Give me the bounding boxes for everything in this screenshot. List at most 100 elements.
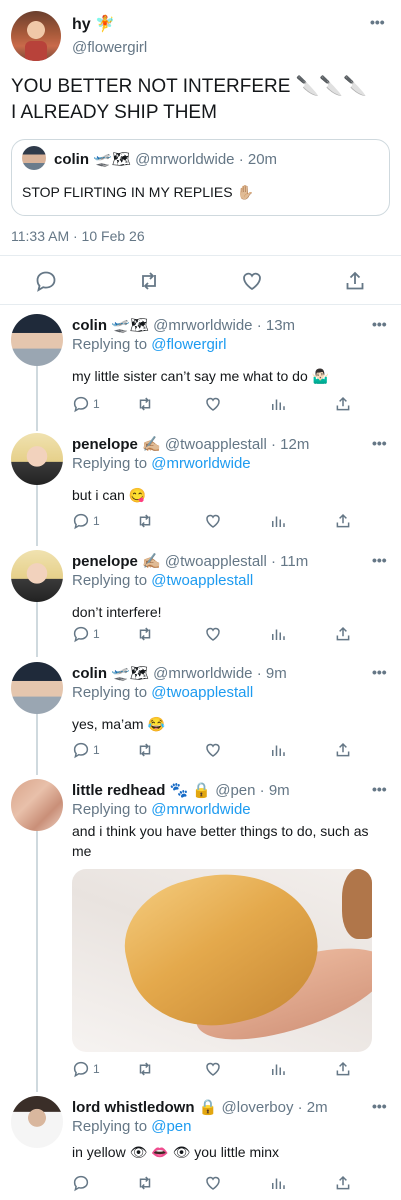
author-handle[interactable]: @mrworldwide (153, 317, 252, 334)
author-name[interactable]: penelope (72, 553, 138, 570)
author-handle[interactable]: @loverboy (222, 1099, 294, 1116)
replying-to: Replying to @mrworldwide (72, 801, 251, 818)
more-icon[interactable]: ••• (372, 664, 387, 680)
tweet-action-bar: 1 (72, 1059, 362, 1079)
like-icon[interactable] (204, 1173, 222, 1193)
more-icon[interactable]: ••• (372, 552, 387, 568)
replying-to: Replying to @pen (72, 1118, 191, 1135)
reply-tweet[interactable]: colin 🛫🗺 @mrworldwide · 9m ••• Replying … (0, 658, 401, 774)
analytics-icon[interactable] (269, 740, 287, 760)
analytics-icon[interactable] (269, 1173, 287, 1193)
author-handle[interactable]: @pen (215, 782, 255, 799)
like-icon[interactable] (240, 269, 264, 293)
photo-detail (342, 869, 372, 939)
replying-to-handle[interactable]: @mrworldwide (151, 455, 250, 472)
retweet-icon[interactable] (137, 269, 161, 293)
reply-header: penelope ✍🏼 @twoapplestall · 11m (72, 552, 308, 570)
avatar[interactable] (11, 662, 63, 714)
analytics-icon[interactable] (269, 511, 287, 531)
quoted-tweet-text: STOP FLIRTING IN MY REPLIES ✋🏼 (22, 184, 254, 200)
like-icon[interactable] (204, 511, 222, 531)
tweet-time: · 2m (297, 1099, 328, 1116)
quoted-tweet[interactable]: colin 🛫🗺 @mrworldwide · 20m STOP FLIRTIN… (11, 139, 390, 216)
reply-tweet[interactable]: colin 🛫🗺 @mrworldwide · 13m ••• Replying… (0, 310, 401, 428)
author-name[interactable]: lord whistledown (72, 1099, 195, 1116)
reply-button[interactable]: 1 (72, 624, 100, 644)
analytics-icon[interactable] (269, 1059, 287, 1079)
share-icon[interactable] (343, 269, 367, 293)
replying-to-handle[interactable]: @mrworldwide (151, 801, 250, 818)
retweet-icon[interactable] (136, 1173, 154, 1193)
tweet-action-bar: 1 (72, 511, 362, 531)
like-icon[interactable] (204, 624, 222, 644)
avatar[interactable] (11, 1096, 63, 1148)
replying-to-handle[interactable]: @pen (151, 1118, 191, 1135)
like-icon[interactable] (204, 394, 222, 414)
author-name[interactable]: colin (72, 665, 107, 682)
tweet-timestamp[interactable]: 11:33 AM · 10 Feb 26 (11, 228, 145, 244)
reply-icon[interactable] (34, 269, 58, 293)
reply-count: 1 (93, 627, 100, 641)
reply-button[interactable] (72, 1173, 93, 1193)
share-icon[interactable] (334, 624, 352, 644)
like-icon[interactable] (204, 1059, 222, 1079)
retweet-icon[interactable] (136, 394, 154, 414)
author-name[interactable]: penelope (72, 436, 138, 453)
reply-header: lord whistledown 🔒 @loverboy · 2m (72, 1098, 328, 1116)
author-emoji: 🛫🗺 (111, 317, 149, 334)
avatar[interactable] (11, 433, 63, 485)
replying-to-handle[interactable]: @flowergirl (151, 336, 226, 353)
more-icon[interactable]: ••• (370, 14, 385, 30)
more-icon[interactable]: ••• (372, 781, 387, 797)
quoted-tweet-time: · 20m (238, 151, 278, 168)
share-icon[interactable] (334, 1059, 352, 1079)
reply-button[interactable]: 1 (72, 394, 100, 414)
retweet-icon[interactable] (136, 1059, 154, 1079)
more-icon[interactable]: ••• (372, 1098, 387, 1114)
reply-icon (73, 742, 89, 759)
reply-button[interactable]: 1 (72, 740, 100, 760)
avatar[interactable] (11, 11, 61, 61)
author-emoji: 🔒 (198, 1099, 218, 1116)
retweet-icon[interactable] (136, 740, 154, 760)
tweet-action-bar: 1 (72, 740, 362, 760)
author-name[interactable]: colin (72, 317, 107, 334)
tweet-text: don’t interfere! (72, 604, 162, 620)
reply-button[interactable]: 1 (72, 511, 100, 531)
avatar[interactable] (11, 550, 63, 602)
author-handle[interactable]: @mrworldwide (153, 665, 252, 682)
author-handle[interactable]: @flowergirl (72, 39, 147, 56)
tweet-photo[interactable] (72, 869, 372, 1052)
reply-tweet[interactable]: penelope ✍🏼 @twoapplestall · 11m ••• Rep… (0, 546, 401, 656)
reply-button[interactable]: 1 (72, 1059, 100, 1079)
quoted-author-emoji: 🛫🗺 (93, 151, 131, 168)
author-name[interactable]: hy 🧚 (72, 14, 115, 34)
avatar (22, 146, 46, 170)
analytics-icon[interactable] (269, 394, 287, 414)
share-icon[interactable] (334, 394, 352, 414)
more-icon[interactable]: ••• (372, 435, 387, 451)
more-icon[interactable]: ••• (372, 316, 387, 332)
avatar[interactable] (11, 779, 63, 831)
reply-header: penelope ✍🏼 @twoapplestall · 12m (72, 435, 309, 453)
retweet-icon[interactable] (136, 624, 154, 644)
author-handle[interactable]: @twoapplestall (165, 553, 267, 570)
tweet-text: YOU BETTER NOT INTERFERE 🔪🔪🔪 I ALREADY S… (11, 76, 367, 123)
share-icon[interactable] (334, 740, 352, 760)
reply-icon (73, 1175, 89, 1192)
share-icon[interactable] (334, 511, 352, 531)
reply-count: 1 (93, 397, 100, 411)
author-handle[interactable]: @twoapplestall (165, 436, 267, 453)
author-name[interactable]: little redhead (72, 782, 165, 799)
reply-tweet[interactable]: penelope ✍🏼 @twoapplestall · 12m ••• Rep… (0, 429, 401, 545)
tweet-time: · 13m (256, 317, 296, 334)
avatar[interactable] (11, 314, 63, 366)
share-icon[interactable] (334, 1173, 352, 1193)
retweet-icon[interactable] (136, 511, 154, 531)
analytics-icon[interactable] (269, 624, 287, 644)
replying-to-handle[interactable]: @twoapplestall (151, 572, 253, 589)
replying-to-handle[interactable]: @twoapplestall (151, 684, 253, 701)
like-icon[interactable] (204, 740, 222, 760)
reply-tweet[interactable]: lord whistledown 🔒 @loverboy · 2m ••• Re… (0, 1092, 401, 1200)
reply-count: 1 (93, 514, 100, 528)
